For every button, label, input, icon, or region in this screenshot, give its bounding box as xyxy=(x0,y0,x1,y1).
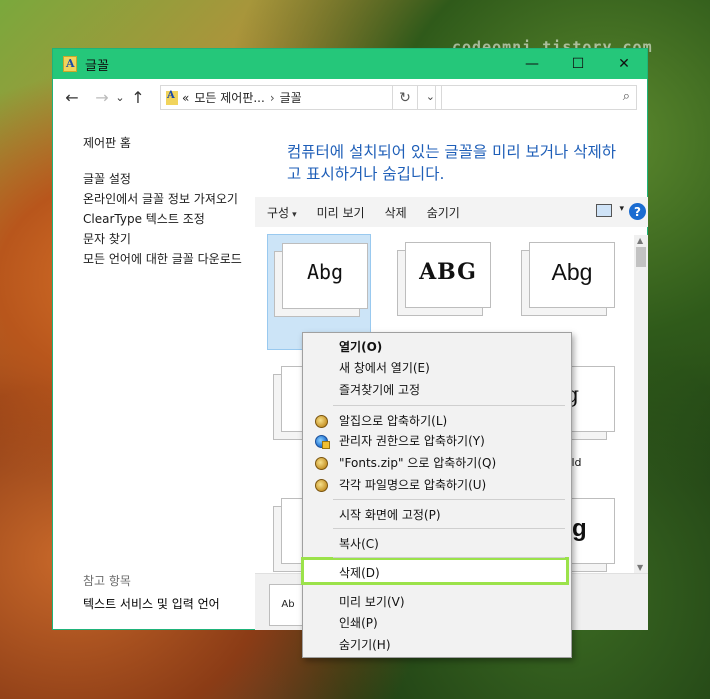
refresh-icon[interactable]: ↻ xyxy=(392,85,418,110)
navigation-bar: ← → ⌄ ↑ « 모든 제어판... › 글꼴 ⌄ ↻ ⌕ xyxy=(53,79,647,115)
up-arrow-icon[interactable]: ↑ xyxy=(127,88,149,107)
menu-separator xyxy=(333,405,565,406)
search-icon: ⌕ xyxy=(622,89,630,104)
context-menu-item[interactable]: 관리자 권한으로 압축하기(Y) xyxy=(339,431,485,451)
context-menu-item[interactable]: 즐겨찾기에 고정 xyxy=(339,380,420,400)
font-file-icon: Abg xyxy=(282,243,368,309)
menu-separator xyxy=(333,557,565,558)
sidebar-link-find-character[interactable]: 문자 찾기 xyxy=(83,231,253,247)
view-options-icon[interactable] xyxy=(596,204,612,217)
admin-zip-icon xyxy=(315,435,330,449)
organize-label: 구성 xyxy=(267,205,290,220)
organize-button[interactable]: 구성 ▾ xyxy=(267,204,297,221)
context-menu-item[interactable]: 복사(C) xyxy=(339,534,379,554)
search-input[interactable]: ⌕ xyxy=(435,85,637,110)
font-file-icon: Abg xyxy=(529,242,615,308)
fonts-folder-icon xyxy=(63,56,77,72)
address-overflow[interactable]: « xyxy=(182,91,189,105)
page-description: 컴퓨터에 설치되어 있는 글꼴을 미리 보거나 삭제하고 표시하거나 숨깁니다. xyxy=(287,143,617,183)
context-menu-item[interactable]: 미리 보기(V) xyxy=(339,592,405,612)
sidebar-link-text-services[interactable]: 텍스트 서비스 및 입력 언어 xyxy=(83,596,220,612)
context-menu-item[interactable]: 삭제(D) xyxy=(339,563,380,583)
menu-separator xyxy=(333,528,565,529)
context-menu-item[interactable]: 새 창에서 열기(E) xyxy=(339,358,430,378)
context-menu: 열기(O) 새 창에서 열기(E) 즐겨찾기에 고정알집으로 압축하기(L) 관리자 … xyxy=(301,332,572,658)
context-menu-item[interactable]: 열기(O) xyxy=(339,337,382,357)
fonts-folder-icon xyxy=(166,90,178,105)
preview-button[interactable]: 미리 보기 xyxy=(317,204,365,221)
scroll-thumb[interactable] xyxy=(636,247,646,267)
context-menu-item[interactable]: 시작 화면에 고정(P) xyxy=(339,505,441,525)
command-bar: 구성 ▾ 미리 보기 삭제 숨기기 ▾ ? xyxy=(255,197,648,227)
menu-separator xyxy=(333,499,565,500)
title-bar[interactable]: 글꼴 — ☐ ✕ xyxy=(53,49,647,79)
context-menu-item[interactable]: "Fonts.zip" 으로 압축하기(Q) xyxy=(339,453,496,473)
font-sample-glyph: Abg xyxy=(306,260,344,284)
recent-locations-icon[interactable]: ⌄ xyxy=(113,91,127,104)
context-menu-item[interactable]: 각각 파일명으로 압축하기(U) xyxy=(339,475,486,495)
caret-down-icon: ▾ xyxy=(292,209,297,220)
context-menu-item[interactable]: 알집으로 압축하기(L) xyxy=(339,411,447,431)
forward-arrow-icon[interactable]: → xyxy=(91,88,113,107)
context-menu-item[interactable]: 숨기기(H) xyxy=(339,635,391,655)
sidebar-link-cleartype[interactable]: ClearType 텍스트 조정 xyxy=(83,211,253,227)
see-also-title: 참고 항목 xyxy=(83,574,131,588)
zip-icon xyxy=(315,415,328,428)
minimize-button[interactable]: — xyxy=(509,49,555,79)
help-icon[interactable]: ? xyxy=(629,203,646,220)
breadcrumb-fonts[interactable]: 글꼴 xyxy=(280,89,302,106)
zip-icon xyxy=(315,457,328,470)
delete-button[interactable]: 삭제 xyxy=(385,204,407,221)
back-arrow-icon[interactable]: ← xyxy=(61,88,83,107)
sidebar: 제어판 홈 글꼴 설정 온라인에서 글꼴 정보 가져오기 ClearType 텍… xyxy=(83,135,253,271)
context-menu-item[interactable]: 인쇄(P) xyxy=(339,613,378,633)
chevron-down-icon[interactable]: ⌄ xyxy=(426,90,435,103)
close-button[interactable]: ✕ xyxy=(601,49,647,79)
sidebar-link-download-fonts[interactable]: 모든 언어에 대한 글꼴 다운로드 xyxy=(83,251,253,267)
window-title: 글꼴 xyxy=(85,58,109,74)
hide-button[interactable]: 숨기기 xyxy=(427,204,460,221)
maximize-button[interactable]: ☐ xyxy=(555,49,601,79)
font-sample-glyph: Abg xyxy=(551,259,593,285)
scroll-up-icon[interactable]: ▲ xyxy=(637,236,643,245)
vertical-scrollbar[interactable]: ▲ ▼ xyxy=(634,235,648,573)
sidebar-link-online-info[interactable]: 온라인에서 글꼴 정보 가져오기 xyxy=(83,191,253,207)
see-also: 참고 항목 텍스트 서비스 및 입력 언어 xyxy=(83,573,220,612)
zip-icon xyxy=(315,479,328,492)
caret-down-icon[interactable]: ▾ xyxy=(619,204,624,214)
font-file-icon: ABG xyxy=(405,242,491,308)
chevron-right-icon[interactable]: › xyxy=(270,91,275,105)
sidebar-link-home[interactable]: 제어판 홈 xyxy=(83,135,253,151)
font-sample-glyph: ABG xyxy=(419,259,477,285)
breadcrumb-control-panel[interactable]: 모든 제어판... xyxy=(194,89,264,106)
sidebar-link-font-settings[interactable]: 글꼴 설정 xyxy=(83,171,253,187)
scroll-down-icon[interactable]: ▼ xyxy=(637,563,643,572)
